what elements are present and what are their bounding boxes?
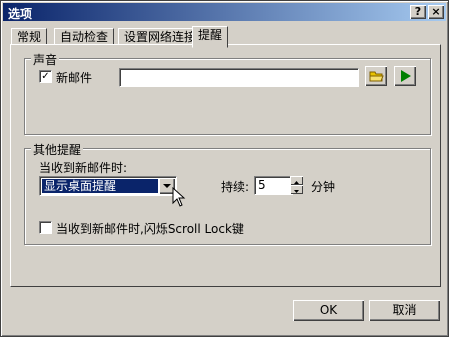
close-button[interactable]: × — [428, 5, 444, 19]
new-mail-checkbox[interactable]: ✓ — [39, 70, 52, 83]
mouse-cursor-icon — [172, 187, 186, 207]
reminder-action-select[interactable]: 显示桌面提醒 — [39, 176, 177, 196]
ok-button[interactable]: OK — [293, 300, 364, 321]
spin-down-button[interactable] — [290, 185, 303, 194]
arrow-down-icon — [294, 190, 299, 193]
folder-icon — [369, 71, 384, 82]
reminder-action-value: 显示桌面提醒 — [42, 179, 158, 193]
duration-label: 持续: — [221, 180, 250, 194]
sound-group-legend: 声音 — [31, 51, 60, 68]
when-new-mail-label: 当收到新邮件时: — [39, 161, 128, 175]
spin-up-button[interactable] — [290, 176, 303, 185]
options-dialog: 选项 ? × 常规 自动检查 设置网络连接 提醒 声音 ✓ 新邮件 其他提醒 当… — [0, 0, 449, 337]
duration-spinner[interactable] — [290, 176, 303, 195]
sound-group: 声音 ✓ 新邮件 — [24, 51, 431, 135]
new-mail-label: 新邮件 — [56, 71, 93, 85]
browse-sound-button[interactable] — [365, 66, 387, 86]
window-title: 选项 — [8, 7, 33, 21]
tab-reminders[interactable]: 提醒 — [192, 26, 229, 48]
cancel-button[interactable]: 取消 — [369, 300, 440, 321]
tab-panel-reminders: 声音 ✓ 新邮件 其他提醒 当收到新邮件时: 显示桌面提醒 持续: 5 分钟 当… — [10, 44, 441, 287]
duration-input[interactable]: 5 — [254, 176, 293, 195]
sound-path-input[interactable] — [119, 68, 359, 87]
duration-unit-label: 分钟 — [311, 180, 336, 194]
title-bar[interactable]: 选项 ? × — [3, 3, 446, 21]
play-icon — [401, 70, 411, 82]
other-reminders-group: 其他提醒 当收到新邮件时: 显示桌面提醒 持续: 5 分钟 当收到新邮件时,闪烁… — [24, 141, 431, 245]
scroll-lock-label: 当收到新邮件时,闪烁Scroll Lock键 — [56, 222, 244, 236]
play-sound-button[interactable] — [394, 66, 416, 86]
scroll-lock-checkbox[interactable] — [39, 221, 52, 234]
help-button[interactable]: ? — [410, 5, 426, 19]
other-reminders-legend: 其他提醒 — [31, 141, 84, 158]
